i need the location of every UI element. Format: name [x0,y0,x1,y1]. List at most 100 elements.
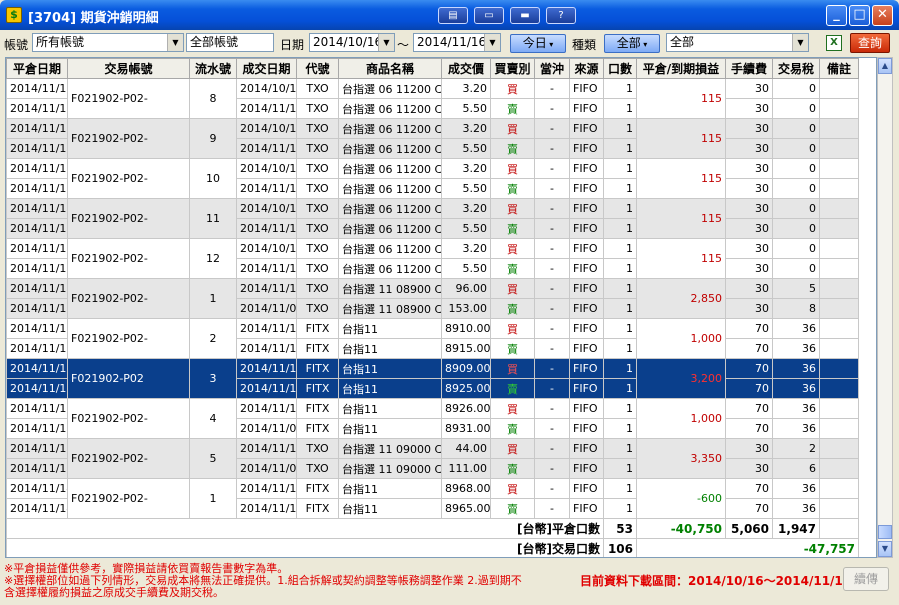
daytrade-cell: - [534,298,570,319]
type-button[interactable]: 全部 ▾ [604,34,660,53]
column-header[interactable]: 當沖 [534,58,570,79]
fee-cell: 70 [725,398,773,419]
quantity-cell: 1 [603,398,637,419]
daytrade-cell: - [534,478,570,499]
tax-cell: 36 [772,378,820,399]
table-row[interactable]: 2014/11/12F021902-P02-42014/11/12FITX台指1… [6,398,859,439]
product-name-cell: 台指11 [338,398,442,419]
excel-icon[interactable]: X [826,35,842,51]
table-row[interactable]: 2014/11/12F021902-P02-12014/11/12TXO台指選 … [6,278,859,319]
product-code-cell: TXO [296,278,339,299]
detail-grid[interactable]: 平倉日期 交易帳號 流水號 成交日期 代號 商品名稱 成交價 買賣別 當沖 來源 口數 平倉/到期損益… [5,57,877,558]
tax-cell: 0 [772,118,820,139]
daytrade-cell: - [534,278,570,299]
close-date-cell: 2014/11/12 [6,378,68,399]
continue-download-button[interactable]: 續傳 [843,567,889,591]
chevron-down-icon[interactable]: ▼ [792,34,808,51]
quantity-cell: 1 [603,98,637,119]
minimize-button[interactable]: _ [826,5,847,26]
column-header[interactable]: 交易稅 [772,58,820,79]
product-name-cell: 台指選 06 11200 C [338,238,442,259]
column-header[interactable]: 買賣別 [490,58,535,79]
window-tool-button[interactable]: ▭ [474,7,504,24]
close-button[interactable]: ✕ [872,5,893,26]
product-code-cell: TXO [296,78,339,99]
column-header[interactable]: 口數 [603,58,637,79]
side-cell: 賣 [490,338,535,359]
profit-loss-cell: 115 [636,78,726,119]
source-cell: FIFO [569,438,604,459]
trade-price-cell: 8910.00 [441,318,491,339]
column-header[interactable]: 商品名稱 [338,58,442,79]
query-button[interactable]: 查詢 [850,33,890,53]
column-header[interactable]: 手續費 [725,58,773,79]
serial-number-cell: 12 [189,238,237,279]
column-header[interactable]: 代號 [296,58,339,79]
column-header[interactable]: 平倉/到期損益 [636,58,726,79]
serial-number-cell: 8 [189,78,237,119]
column-header[interactable]: 成交日期 [236,58,297,79]
chevron-down-icon[interactable]: ▼ [167,34,183,51]
table-row[interactable]: 2014/11/12F021902-P0232014/11/12FITX台指11… [6,358,859,399]
date-from-picker[interactable]: 2014/10/16 ▼ [309,33,395,52]
type-label: 種類 [572,38,597,52]
close-tax-total: 1,947 [772,518,820,539]
source-cell: FIFO [569,318,604,339]
table-row[interactable]: 2014/11/10F021902-P02-102014/10/17TXO台指選… [6,158,859,199]
column-header[interactable]: 備註 [819,58,859,79]
table-row[interactable]: 2014/11/14F021902-P02-12014/11/14FITX台指1… [6,478,859,519]
table-row[interactable]: 2014/11/12F021902-P02-22014/11/12FITX台指1… [6,318,859,359]
chevron-down-icon[interactable]: ▼ [484,34,500,51]
trade-price-cell: 3.20 [441,118,491,139]
quantity-cell: 1 [603,158,637,179]
product-code-cell: TXO [296,238,339,259]
quantity-cell: 1 [603,258,637,279]
table-row[interactable]: 2014/11/10F021902-P02-82014/10/17TXO台指選 … [6,78,859,119]
trade-price-cell: 8965.00 [441,498,491,519]
product-code-cell: TXO [296,458,339,479]
account-select[interactable]: 所有帳號 ▼ [32,33,184,52]
vertical-scrollbar[interactable]: ▲ ▼ [877,57,893,558]
layout-tool-button[interactable]: ▤ [438,7,468,24]
remark-cell [819,138,859,159]
quantity-cell: 1 [603,478,637,499]
type-select[interactable]: 全部 ▼ [666,33,809,52]
table-row[interactable]: 2014/11/12F021902-P02-52014/11/12TXO台指選 … [6,438,859,479]
column-header[interactable]: 流水號 [189,58,237,79]
window-title: [3704] 期貨沖銷明細 [28,11,159,26]
table-row[interactable]: 2014/11/10F021902-P02-92014/10/17TXO台指選 … [6,118,859,159]
scroll-thumb[interactable] [878,525,892,539]
account-name-field[interactable]: 全部帳號 [186,33,274,52]
account-cell: F021902-P02 [67,358,190,399]
date-to-value: 2014/11/16 [417,35,487,49]
column-header[interactable]: 來源 [569,58,604,79]
fee-cell: 70 [725,498,773,519]
column-header[interactable]: 成交價 [441,58,491,79]
table-row[interactable]: 2014/11/10F021902-P02-122014/10/17TXO台指選… [6,238,859,279]
scroll-up-icon[interactable]: ▲ [878,58,892,74]
remark-cell [819,478,859,499]
tax-cell: 36 [772,358,820,379]
trade-price-cell: 8925.00 [441,378,491,399]
today-button[interactable]: 今日 ▾ [510,34,566,53]
source-cell: FIFO [569,118,604,139]
column-header[interactable]: 平倉日期 [6,58,68,79]
fee-cell: 70 [725,418,773,439]
remark-cell [819,518,859,539]
chevron-down-icon[interactable]: ▼ [378,34,394,51]
column-header[interactable]: 交易帳號 [67,58,190,79]
table-row[interactable]: 2014/11/10F021902-P02-112014/10/17TXO台指選… [6,198,859,239]
source-cell: FIFO [569,138,604,159]
maximize-button[interactable]: □ [849,5,870,26]
product-code-cell: FITX [296,418,339,439]
daytrade-cell: - [534,398,570,419]
tax-cell: 0 [772,258,820,279]
date-to-picker[interactable]: 2014/11/16 ▼ [413,33,501,52]
side-cell: 賣 [490,178,535,199]
product-name-cell: 台指11 [338,358,442,379]
close-qty-total: 53 [603,518,637,539]
help-button[interactable]: ? [546,7,576,24]
video-tool-button[interactable]: ▬ [510,7,540,24]
daytrade-cell: - [534,78,570,99]
scroll-down-icon[interactable]: ▼ [878,541,892,557]
